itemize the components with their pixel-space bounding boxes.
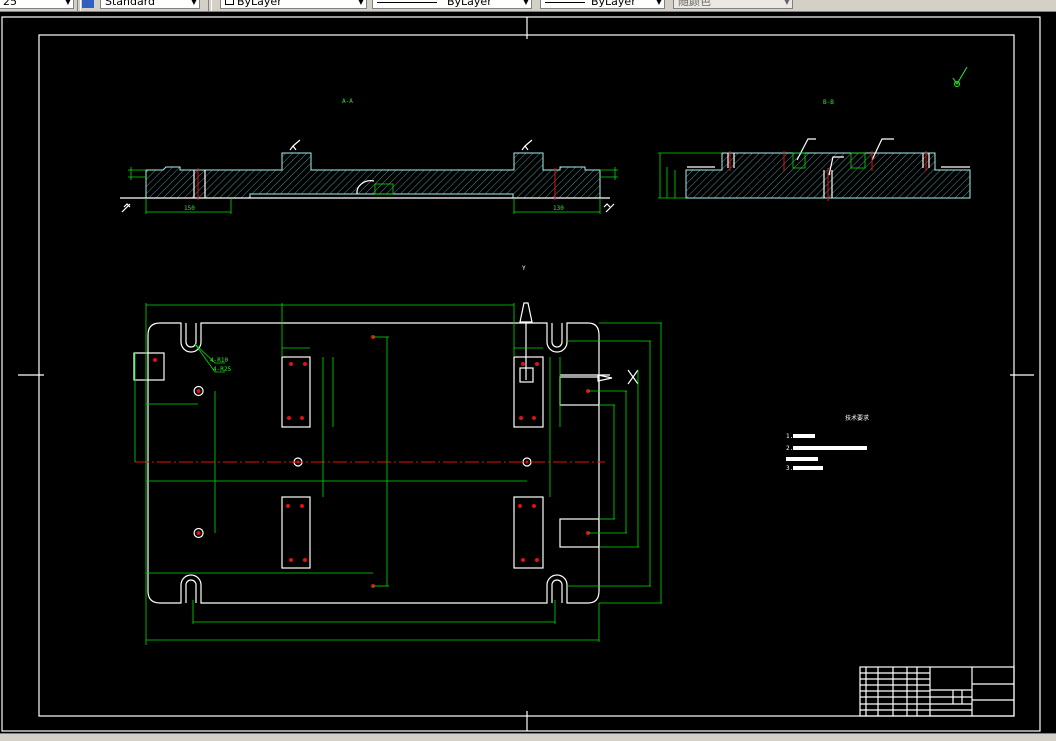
plan-view: Y X 4-R10 4-R25	[133, 265, 662, 645]
section-a-label: A-A	[342, 98, 353, 105]
sheet-border	[1, 16, 1041, 732]
section-b-view	[658, 66, 971, 201]
axis-y-label: Y	[522, 265, 526, 272]
section-b-label: B-B	[823, 99, 834, 106]
dim-130: 130	[553, 205, 564, 212]
title-block	[859, 666, 1015, 717]
surface-finish-symbol	[952, 66, 968, 85]
slot-radius-label: 4-R10	[210, 357, 228, 364]
slot-radius-label: 4-R25	[213, 366, 231, 373]
section-a-view: 150 130	[120, 139, 618, 214]
dimension-lines	[134, 303, 662, 645]
note-item: 1.	[786, 433, 793, 440]
drawing-canvas[interactable]: A-A 150 130 B-B Y 4-R10 4-R25 技术要求 1. 2.…	[0, 0, 1056, 740]
note-item: 2.	[786, 445, 793, 452]
dim-150: 150	[184, 205, 195, 212]
technical-notes: 技术要求 1. 2. 3.	[786, 414, 869, 472]
notes-title: 技术要求	[845, 414, 869, 422]
note-item: 3.	[786, 465, 793, 472]
